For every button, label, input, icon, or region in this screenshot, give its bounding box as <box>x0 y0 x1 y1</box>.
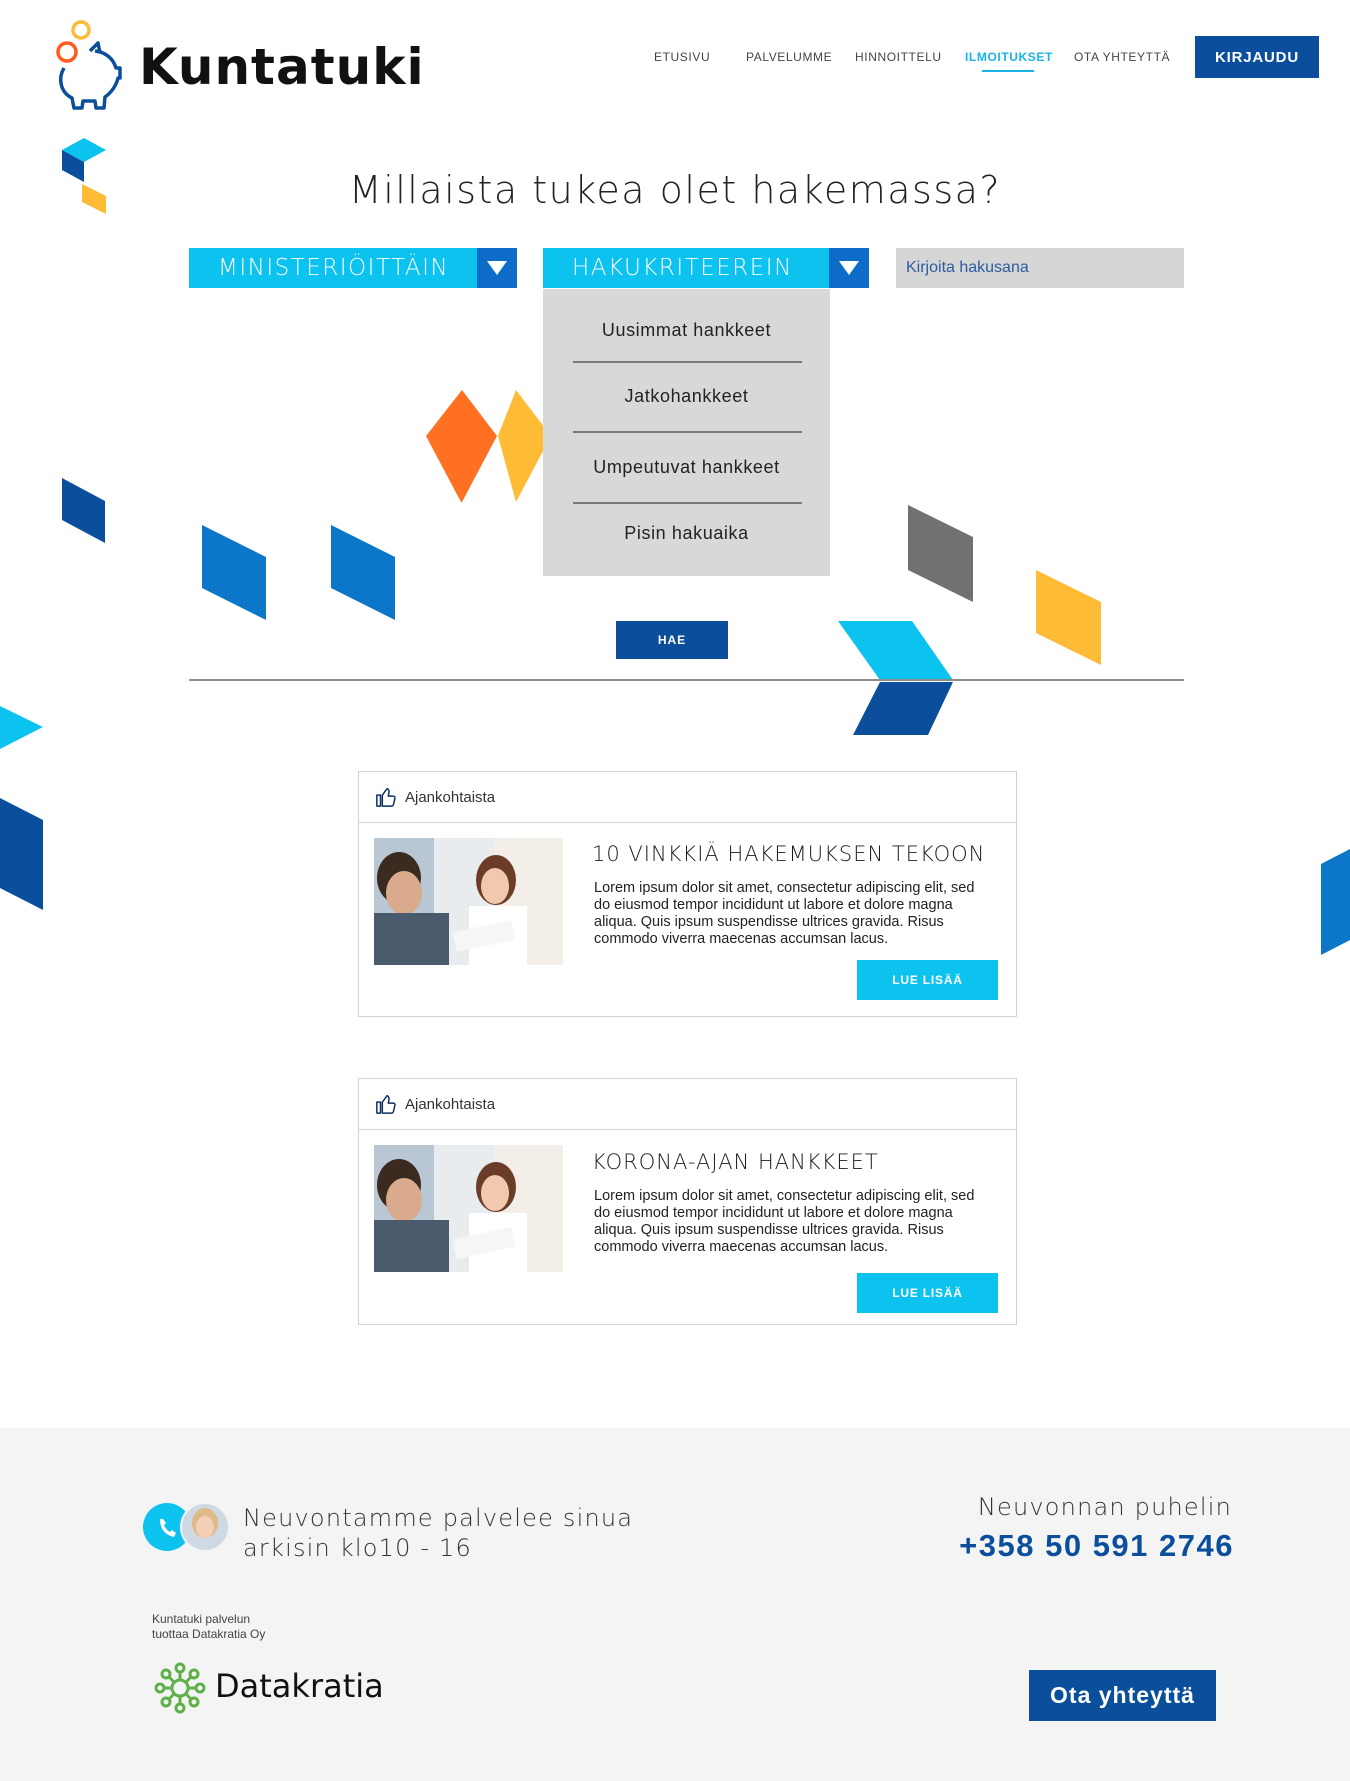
service-hours: Neuvontamme palvelee sinua arkisin klo10… <box>243 1503 633 1563</box>
service-hours-line1: Neuvontamme palvelee sinua <box>243 1504 634 1532</box>
news-card: Ajankohtaista 10 VINKKIÄ HAKEMUKSEN TEKO… <box>358 771 1017 1017</box>
producer-note: Kuntatuki palvelun tuottaa Datakratia Oy <box>152 1612 265 1642</box>
menu-divider <box>573 502 802 504</box>
login-button[interactable]: KIRJAUDU <box>1195 36 1319 78</box>
menu-item-uusimmat[interactable]: Uusimmat hankkeet <box>543 320 830 341</box>
read-more-button[interactable]: LUE LISÄÄ <box>857 1273 998 1313</box>
nav-palvelumme[interactable]: PALVELUMME <box>746 50 832 64</box>
nav-hinnoittelu[interactable]: HINNOITTELU <box>855 50 942 64</box>
chevron-down-icon <box>477 248 517 288</box>
card-text: Lorem ipsum dolor sit amet, consectetur … <box>594 880 975 947</box>
criteria-dropdown-menu: Uusimmat hankkeet Jatkohankkeet Umpeutuv… <box>543 289 830 576</box>
chevron-down-icon <box>829 248 869 288</box>
card-tag: Ajankohtaista <box>405 1095 496 1113</box>
ministry-dropdown-label: MINISTERIÖITTÄIN <box>218 255 450 281</box>
card-header: Ajankohtaista <box>359 772 1016 823</box>
search-button[interactable]: HAE <box>616 621 728 659</box>
menu-item-jatkohankkeet[interactable]: Jatkohankkeet <box>543 386 830 407</box>
brand-name: Kuntatuki <box>139 38 425 96</box>
read-more-button[interactable]: LUE LISÄÄ <box>857 960 998 1000</box>
criteria-dropdown[interactable]: HAKUKRITEEREIN <box>543 248 869 288</box>
phone-number[interactable]: +358 50 591 2746 <box>900 1528 1234 1564</box>
card-title: KORONA-AJAN HANKKEET <box>592 1150 879 1174</box>
card-header: Ajankohtaista <box>359 1079 1016 1130</box>
page-title: Millaista tukea olet hakemassa? <box>348 168 1002 212</box>
nav-etusivu[interactable]: ETUSIVU <box>654 50 710 64</box>
producer-note-line1: Kuntatuki palvelun <box>152 1612 251 1626</box>
phone-label: Neuvonnan puhelin <box>977 1493 1232 1521</box>
menu-divider <box>573 431 802 433</box>
menu-item-pisin-hakuaika[interactable]: Pisin hakuaika <box>543 523 830 544</box>
search-input[interactable] <box>896 248 1184 288</box>
nav-ilmoitukset[interactable]: ILMOITUKSET <box>965 50 1053 64</box>
card-image <box>374 838 563 965</box>
card-text: Lorem ipsum dolor sit amet, consectetur … <box>594 1188 975 1255</box>
thumbs-up-icon <box>376 788 396 807</box>
news-card: Ajankohtaista KORONA-AJAN HANKKEET Lorem… <box>358 1078 1017 1325</box>
advisor-contact <box>143 1501 231 1553</box>
menu-divider <box>573 361 802 363</box>
ministry-dropdown[interactable]: MINISTERIÖITTÄIN <box>189 248 517 288</box>
nav-ota-yhteytta[interactable]: OTA YHTEYTTÄ <box>1074 50 1170 64</box>
footer <box>0 1428 1350 1781</box>
divider <box>189 679 1184 681</box>
contact-button[interactable]: Ota yhteyttä <box>1029 1670 1216 1721</box>
datakratia-logo-icon <box>154 1662 206 1714</box>
criteria-dropdown-label: HAKUKRITEEREIN <box>572 255 793 281</box>
piggy-bank-icon <box>56 20 122 110</box>
service-hours-line2: arkisin klo10 - 16 <box>243 1534 472 1562</box>
card-image <box>374 1145 563 1272</box>
thumbs-up-icon <box>376 1095 396 1114</box>
card-title: 10 VINKKIÄ HAKEMUKSEN TEKOON <box>592 842 986 866</box>
logo[interactable] <box>50 20 125 110</box>
nav-active-indicator <box>982 70 1034 72</box>
producer-note-line2: tuottaa Datakratia Oy <box>152 1627 266 1641</box>
producer-brand[interactable]: Datakratia <box>215 1667 384 1705</box>
menu-item-umpeutuvat[interactable]: Umpeutuvat hankkeet <box>543 457 830 478</box>
card-tag: Ajankohtaista <box>405 788 496 806</box>
